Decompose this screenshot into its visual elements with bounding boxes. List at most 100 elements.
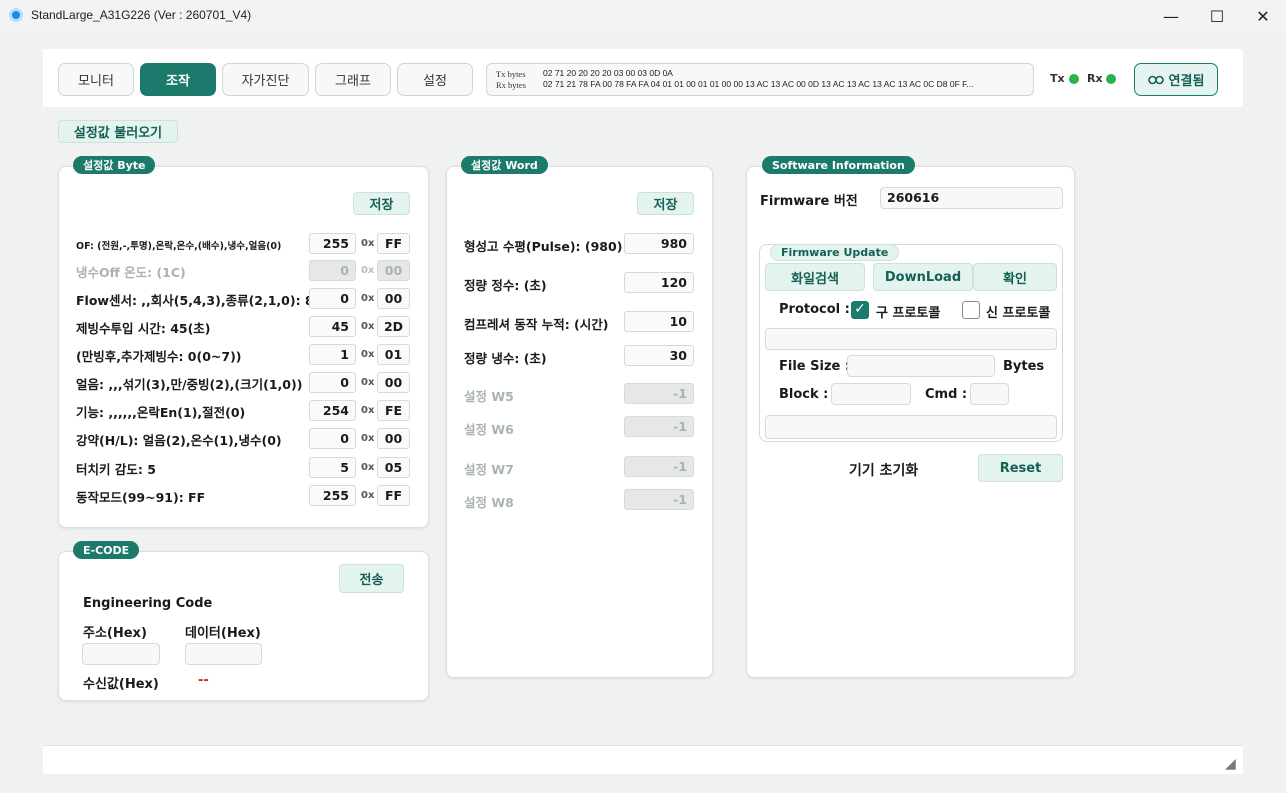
file-path-field <box>765 328 1057 350</box>
data-input[interactable] <box>185 643 262 665</box>
resize-grip-icon[interactable]: ◢ <box>1225 756 1236 772</box>
block-label: Block : <box>779 387 829 402</box>
byte-row-label: 터치키 감도: 5 <box>76 462 156 477</box>
block-field <box>831 383 911 405</box>
word-row-label: 설정 W5 <box>464 389 514 404</box>
byte-row-label: Flow센서: ,,회사(5,4,3),종류(2,1,0): 8 <box>76 293 314 308</box>
file-size-field <box>847 355 995 377</box>
rx-led-label: Rx <box>1087 72 1103 85</box>
byte-hex-value: FE <box>377 400 410 421</box>
tab-control[interactable]: 조작 <box>140 63 216 96</box>
connect-label: 연결됨 <box>1168 74 1205 89</box>
software-panel-title: Software Information <box>762 156 915 174</box>
tx-led-icon <box>1069 74 1079 84</box>
word-panel-title: 설정값 Word <box>461 156 548 174</box>
device-reset-label: 기기 초기화 <box>849 463 919 479</box>
tab-self-diagnosis[interactable]: 자가진단 <box>222 63 309 96</box>
address-label: 주소(Hex) <box>83 626 147 641</box>
new-protocol-label: 신 프로토콜 <box>986 306 1051 321</box>
tab-settings[interactable]: 설정 <box>397 63 473 96</box>
word-row-label: 설정 W6 <box>464 422 514 437</box>
word-save-button[interactable]: 저장 <box>637 192 694 215</box>
load-settings-button[interactable]: 설정값 불러오기 <box>58 120 178 143</box>
word-row-label: 컴프레셔 동작 누적: (시간) <box>464 317 609 332</box>
byte-value-input[interactable]: 255 <box>309 485 356 506</box>
ecode-send-button[interactable]: 전송 <box>339 564 404 593</box>
byte-value-input[interactable]: 255 <box>309 233 356 254</box>
byte-row-label: OF: (전원,-,투명),온락,온수,(배수),냉수,얼음(0) <box>76 241 282 252</box>
byte-hex-value: 00 <box>377 372 410 393</box>
word-value-input[interactable]: 10 <box>624 311 694 332</box>
close-button[interactable]: ✕ <box>1240 0 1286 32</box>
byte-hex-value: 2D <box>377 316 410 337</box>
file-size-label: File Size : <box>779 359 851 374</box>
bytes-label: Bytes <box>1003 359 1045 374</box>
reset-button[interactable]: Reset <box>978 454 1063 482</box>
byte-value-input[interactable]: 45 <box>309 316 356 337</box>
hex-prefix: 0x <box>361 293 375 304</box>
hex-prefix: 0x <box>361 490 375 501</box>
hex-prefix: 0x <box>361 433 375 444</box>
byte-hex-value: FF <box>377 485 410 506</box>
engineering-code-heading: Engineering Code <box>83 596 213 611</box>
byte-value-input: 0 <box>309 260 356 281</box>
byte-save-button[interactable]: 저장 <box>353 192 410 215</box>
byte-value-input[interactable]: 0 <box>309 428 356 449</box>
connect-button[interactable]: 연결됨 <box>1134 63 1218 96</box>
byte-value-input[interactable]: 0 <box>309 372 356 393</box>
old-protocol-label: 구 프로토콜 <box>876 306 941 321</box>
minimize-button[interactable]: — <box>1148 0 1194 32</box>
byte-value-input[interactable]: 1 <box>309 344 356 365</box>
firmware-update-title: Firmware Update <box>770 244 900 261</box>
tx-bytes-value: 02 71 20 20 20 20 03 00 03 0D 0A <box>543 68 673 78</box>
word-row-label: 정량 냉수: (초) <box>464 351 547 366</box>
word-value-input[interactable]: 980 <box>624 233 694 254</box>
old-protocol-checkbox[interactable]: ✓ <box>851 301 869 319</box>
word-row-label: 설정 W8 <box>464 495 514 510</box>
new-protocol-checkbox[interactable] <box>962 301 980 319</box>
download-button[interactable]: DownLoad <box>873 263 973 291</box>
byte-row-label: 강약(H/L): 얼음(2),온수(1),냉수(0) <box>76 433 282 448</box>
tab-graph[interactable]: 그래프 <box>315 63 391 96</box>
address-input[interactable] <box>82 643 160 665</box>
byte-panel-title: 설정값 Byte <box>73 156 156 174</box>
received-value-label: 수신값(Hex) <box>83 677 159 692</box>
byte-hex-value: 05 <box>377 457 410 478</box>
word-value-input[interactable]: 120 <box>624 272 694 293</box>
progress-bar <box>765 415 1057 439</box>
cmd-label: Cmd : <box>925 387 968 402</box>
byte-hex-value: 01 <box>377 344 410 365</box>
window-title: StandLarge_A31G226 (Ver : 260701_V4) <box>31 8 252 22</box>
word-row-label: 형성고 수평(Pulse): (980) <box>464 239 623 254</box>
byte-row-label: 얼음: ,,,섞기(3),만/중빙(2),(크기(1,0)) <box>76 377 303 392</box>
file-search-button[interactable]: 화일검색 <box>765 263 865 291</box>
byte-row-label: 기능: ,,,,,,온락En(1),절전(0) <box>76 405 246 420</box>
byte-value-input[interactable]: 0 <box>309 288 356 309</box>
byte-value-input[interactable]: 5 <box>309 457 356 478</box>
confirm-button[interactable]: 확인 <box>973 263 1057 291</box>
cmd-field <box>970 383 1009 405</box>
app-icon <box>9 8 23 22</box>
word-row-label: 정량 정수: (초) <box>464 278 547 293</box>
hex-prefix: 0x <box>361 238 375 249</box>
word-row-label: 설정 W7 <box>464 462 514 477</box>
byte-value-input[interactable]: 254 <box>309 400 356 421</box>
maximize-button[interactable]: ☐ <box>1194 0 1240 32</box>
tx-led-label: Tx <box>1050 72 1065 85</box>
protocol-label: Protocol : <box>779 302 850 317</box>
byte-row-label: 제빙수투입 시간: 45(초) <box>76 321 211 336</box>
hex-prefix: 0x <box>361 265 375 276</box>
word-value-input: -1 <box>624 416 694 437</box>
title-bar: StandLarge_A31G226 (Ver : 260701_V4) — ☐… <box>0 0 1286 32</box>
firmware-version-value: 260616 <box>880 187 1063 209</box>
byte-hex-value: 00 <box>377 288 410 309</box>
status-bar <box>43 745 1243 774</box>
word-value-input: -1 <box>624 456 694 477</box>
word-value-input[interactable]: 30 <box>624 345 694 366</box>
byte-hex-value: FF <box>377 233 410 254</box>
tab-monitor[interactable]: 모니터 <box>58 63 134 96</box>
hex-prefix: 0x <box>361 349 375 360</box>
byte-row-label: (만빙후,추가제빙수: 0(0~7)) <box>76 349 242 364</box>
hex-prefix: 0x <box>361 405 375 416</box>
hex-prefix: 0x <box>361 462 375 473</box>
